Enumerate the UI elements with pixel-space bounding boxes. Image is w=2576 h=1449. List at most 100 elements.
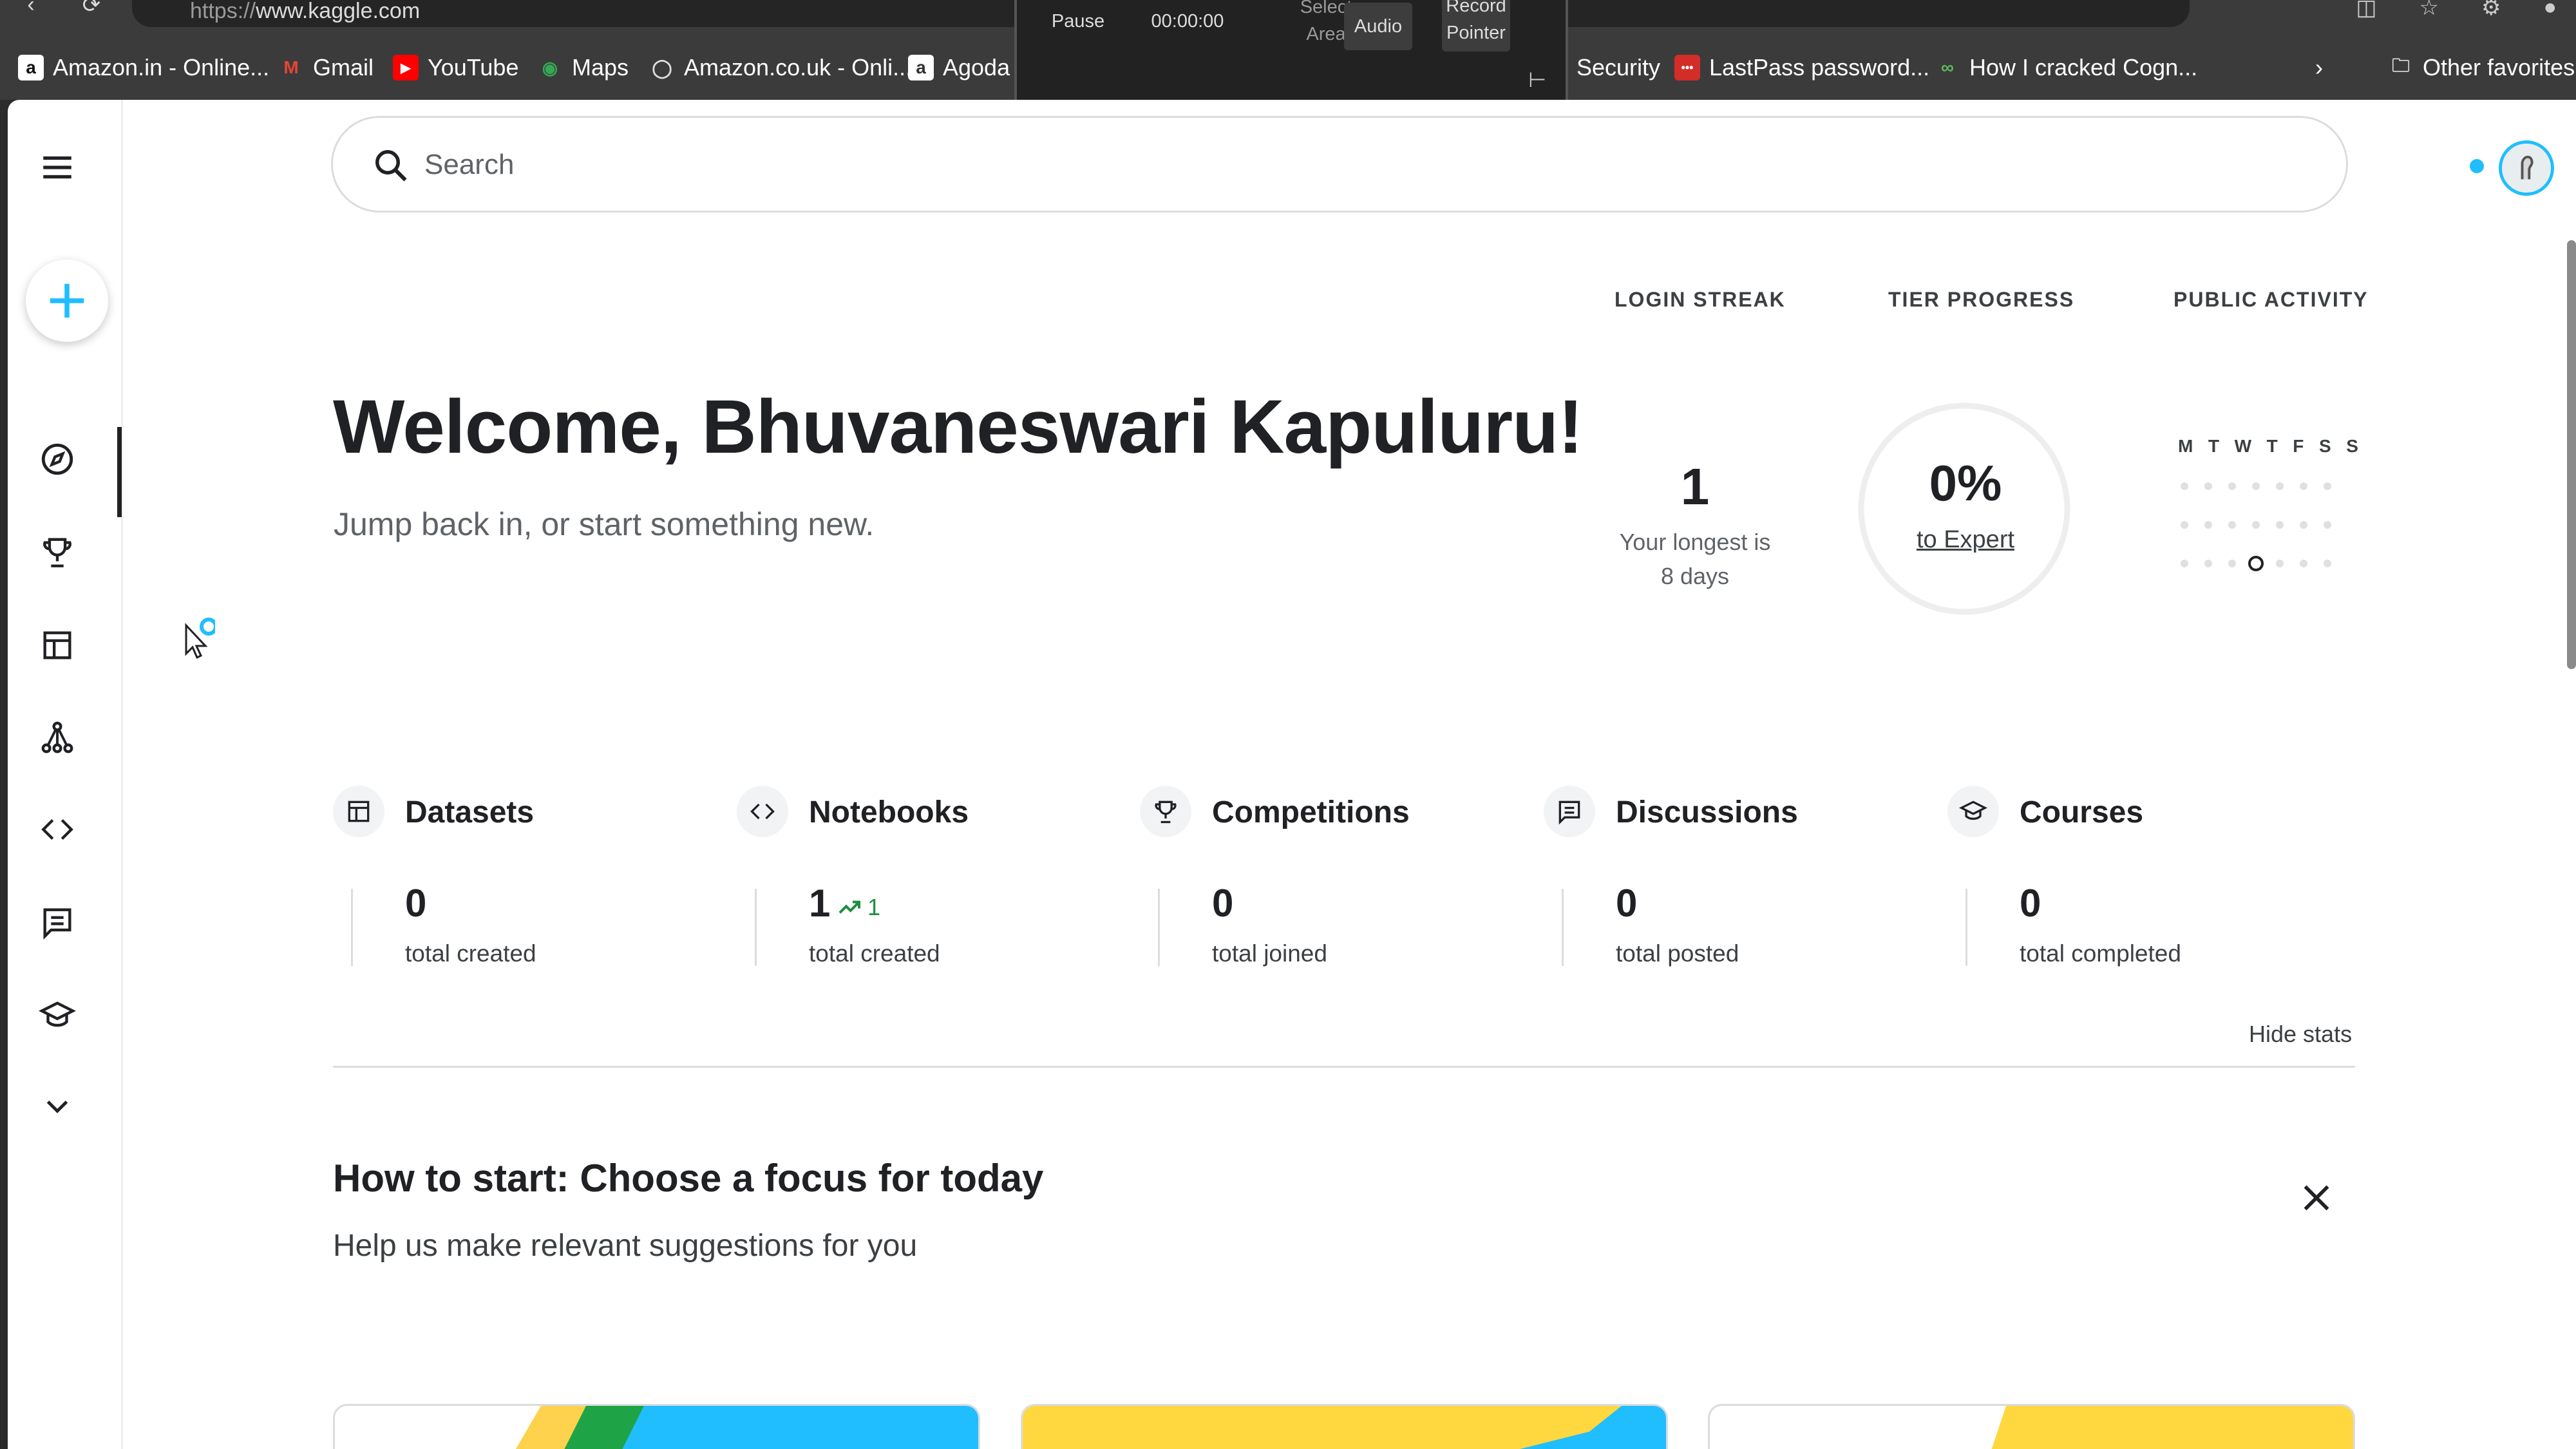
activity-day [2181,521,2188,529]
category-label: total created [809,940,940,967]
bookmark-security[interactable]: Security [1577,52,1660,83]
search-icon [375,150,407,182]
agoda-icon: a [908,55,934,80]
create-button[interactable] [26,260,108,342]
pause-button[interactable]: Pause [1043,8,1113,35]
activity-day [2252,521,2260,529]
url-text: https://www.kaggle.com [190,0,421,23]
sidebar-item-datasets[interactable] [39,613,108,677]
login-streak-value: 1 [1680,458,1710,515]
extensions-icon[interactable]: ⚙ [2481,0,2501,21]
bookmark-label: How I cracked Cogn... [1969,54,2198,80]
category-trend: 1 [837,894,880,921]
weekday-label: M [2178,436,2193,456]
sidebar-item-home[interactable] [39,427,122,517]
bookmark-label: Amazon.in - Online... [53,54,270,80]
activity-day [2204,482,2212,490]
bookmark-amazon-co-uk[interactable]: ◯ Amazon.co.uk - Onli... [649,52,912,83]
bookmark-cognizant[interactable]: ∞ How I cracked Cogn... [1935,52,2197,83]
bookmark-label: YouTube [428,54,519,80]
reload-icon[interactable]: ⟳ [79,0,104,18]
category-label: total created [405,940,536,967]
category-label: total completed [2020,940,2181,967]
search-bar[interactable] [331,116,2348,213]
sidebar-item-learn[interactable] [39,983,108,1048]
focus-card-illustration [1023,1406,1666,1449]
category-value: 0 [405,882,427,925]
category-divider [1562,889,1564,966]
category-value: 0 [1616,882,1638,925]
bookmark-amazon-in[interactable]: a Amazon.in - Online... [18,52,269,83]
category-icon-wrap [1544,786,1595,837]
search-input[interactable] [423,137,2293,193]
focus-card[interactable] [333,1404,980,1449]
activity-day [2228,482,2236,490]
category-title: Datasets [405,795,535,829]
bookmark-youtube[interactable]: ▶ YouTube [393,52,518,83]
split-screen-icon[interactable]: ◫ [2356,0,2376,21]
sidebar-more-button[interactable] [39,1074,108,1139]
activity-day [2324,521,2331,529]
category-value: 1 [809,882,831,925]
category-divider [351,889,353,966]
user-avatar-icon [2521,155,2533,180]
weekday-label: S [2346,436,2358,456]
audio-button[interactable]: Audio [1344,3,1412,50]
category-trend-value: 1 [867,894,881,920]
bookmarks-overflow-chevron-icon[interactable]: › [2315,52,2323,83]
trending-up-icon [838,900,860,914]
weekday-label: W [2234,436,2252,456]
sidebar-item-competitions[interactable] [39,520,108,584]
scrollbar[interactable] [2567,240,2576,669]
focus-card[interactable] [1021,1404,1668,1449]
maps-pin-icon: ◉ [542,57,558,78]
bookmark-label: Agoda [943,54,1010,80]
activity-day [2276,521,2284,529]
back-icon[interactable]: ‹ [18,0,44,18]
bookmark-agoda[interactable]: a Agoda [908,52,1010,83]
sidebar-item-code[interactable] [39,797,108,862]
other-favorites-label: Other favorites [2423,54,2575,80]
focus-card[interactable] [1708,1404,2355,1449]
globe-icon: ◯ [652,57,672,78]
category-title: Notebooks [809,795,969,829]
category-title: Courses [2020,795,2144,829]
activity-day [2300,521,2307,529]
other-favorites[interactable]: 🗀 Other favorites [2388,52,2575,83]
activity-day [2181,482,2188,490]
category-icon-wrap [333,786,384,837]
activity-day [2324,482,2331,490]
bookmark-label: LastPass password... [1709,54,1930,80]
category-icon-wrap [737,786,788,837]
page-title: Welcome, Bhuvaneswari Kapuluru! [333,384,1583,469]
hide-stats-button[interactable]: Hide stats [2249,1021,2352,1048]
gmail-icon: M [283,57,299,77]
kaggle-page: Welcome, Bhuvaneswari Kapuluru! Jump bac… [8,100,2576,1449]
record-pointer-button[interactable]: Record Pointer [1442,0,1510,52]
pin-icon[interactable]: ⊢ [1528,68,1546,92]
activity-day [2204,560,2212,567]
bookmark-label: Amazon.co.uk - Onli... [684,54,913,80]
menu-button[interactable] [39,135,108,200]
bookmark-lastpass[interactable]: ••• LastPass password... [1674,52,1929,83]
tier-progress-link[interactable]: to Expert [1856,526,2075,554]
school-icon [1959,800,1987,820]
bookmark-maps[interactable]: ◉ Maps [537,52,629,83]
star-icon[interactable]: ☆ [2419,0,2438,21]
school-icon [39,1001,76,1027]
divider [333,1066,2355,1068]
category-icon-wrap [1947,786,1999,837]
code-icon [750,803,775,820]
close-icon[interactable] [2297,1179,2336,1217]
sidebar-item-discussions[interactable] [39,890,108,954]
avatar[interactable] [2499,140,2554,196]
sidebar-item-models[interactable] [39,705,108,770]
compass-icon [41,443,73,475]
bookmark-gmail[interactable]: M Gmail [278,52,374,83]
category-divider [1965,889,1967,966]
tier-progress-value: 0% [1929,455,2002,511]
focus-subtitle: Help us make relevant suggestions for yo… [333,1229,918,1263]
profile-icon[interactable]: ● [2543,0,2557,21]
link-icon: ∞ [1941,57,1954,77]
category-value: 0 [2020,882,2041,925]
